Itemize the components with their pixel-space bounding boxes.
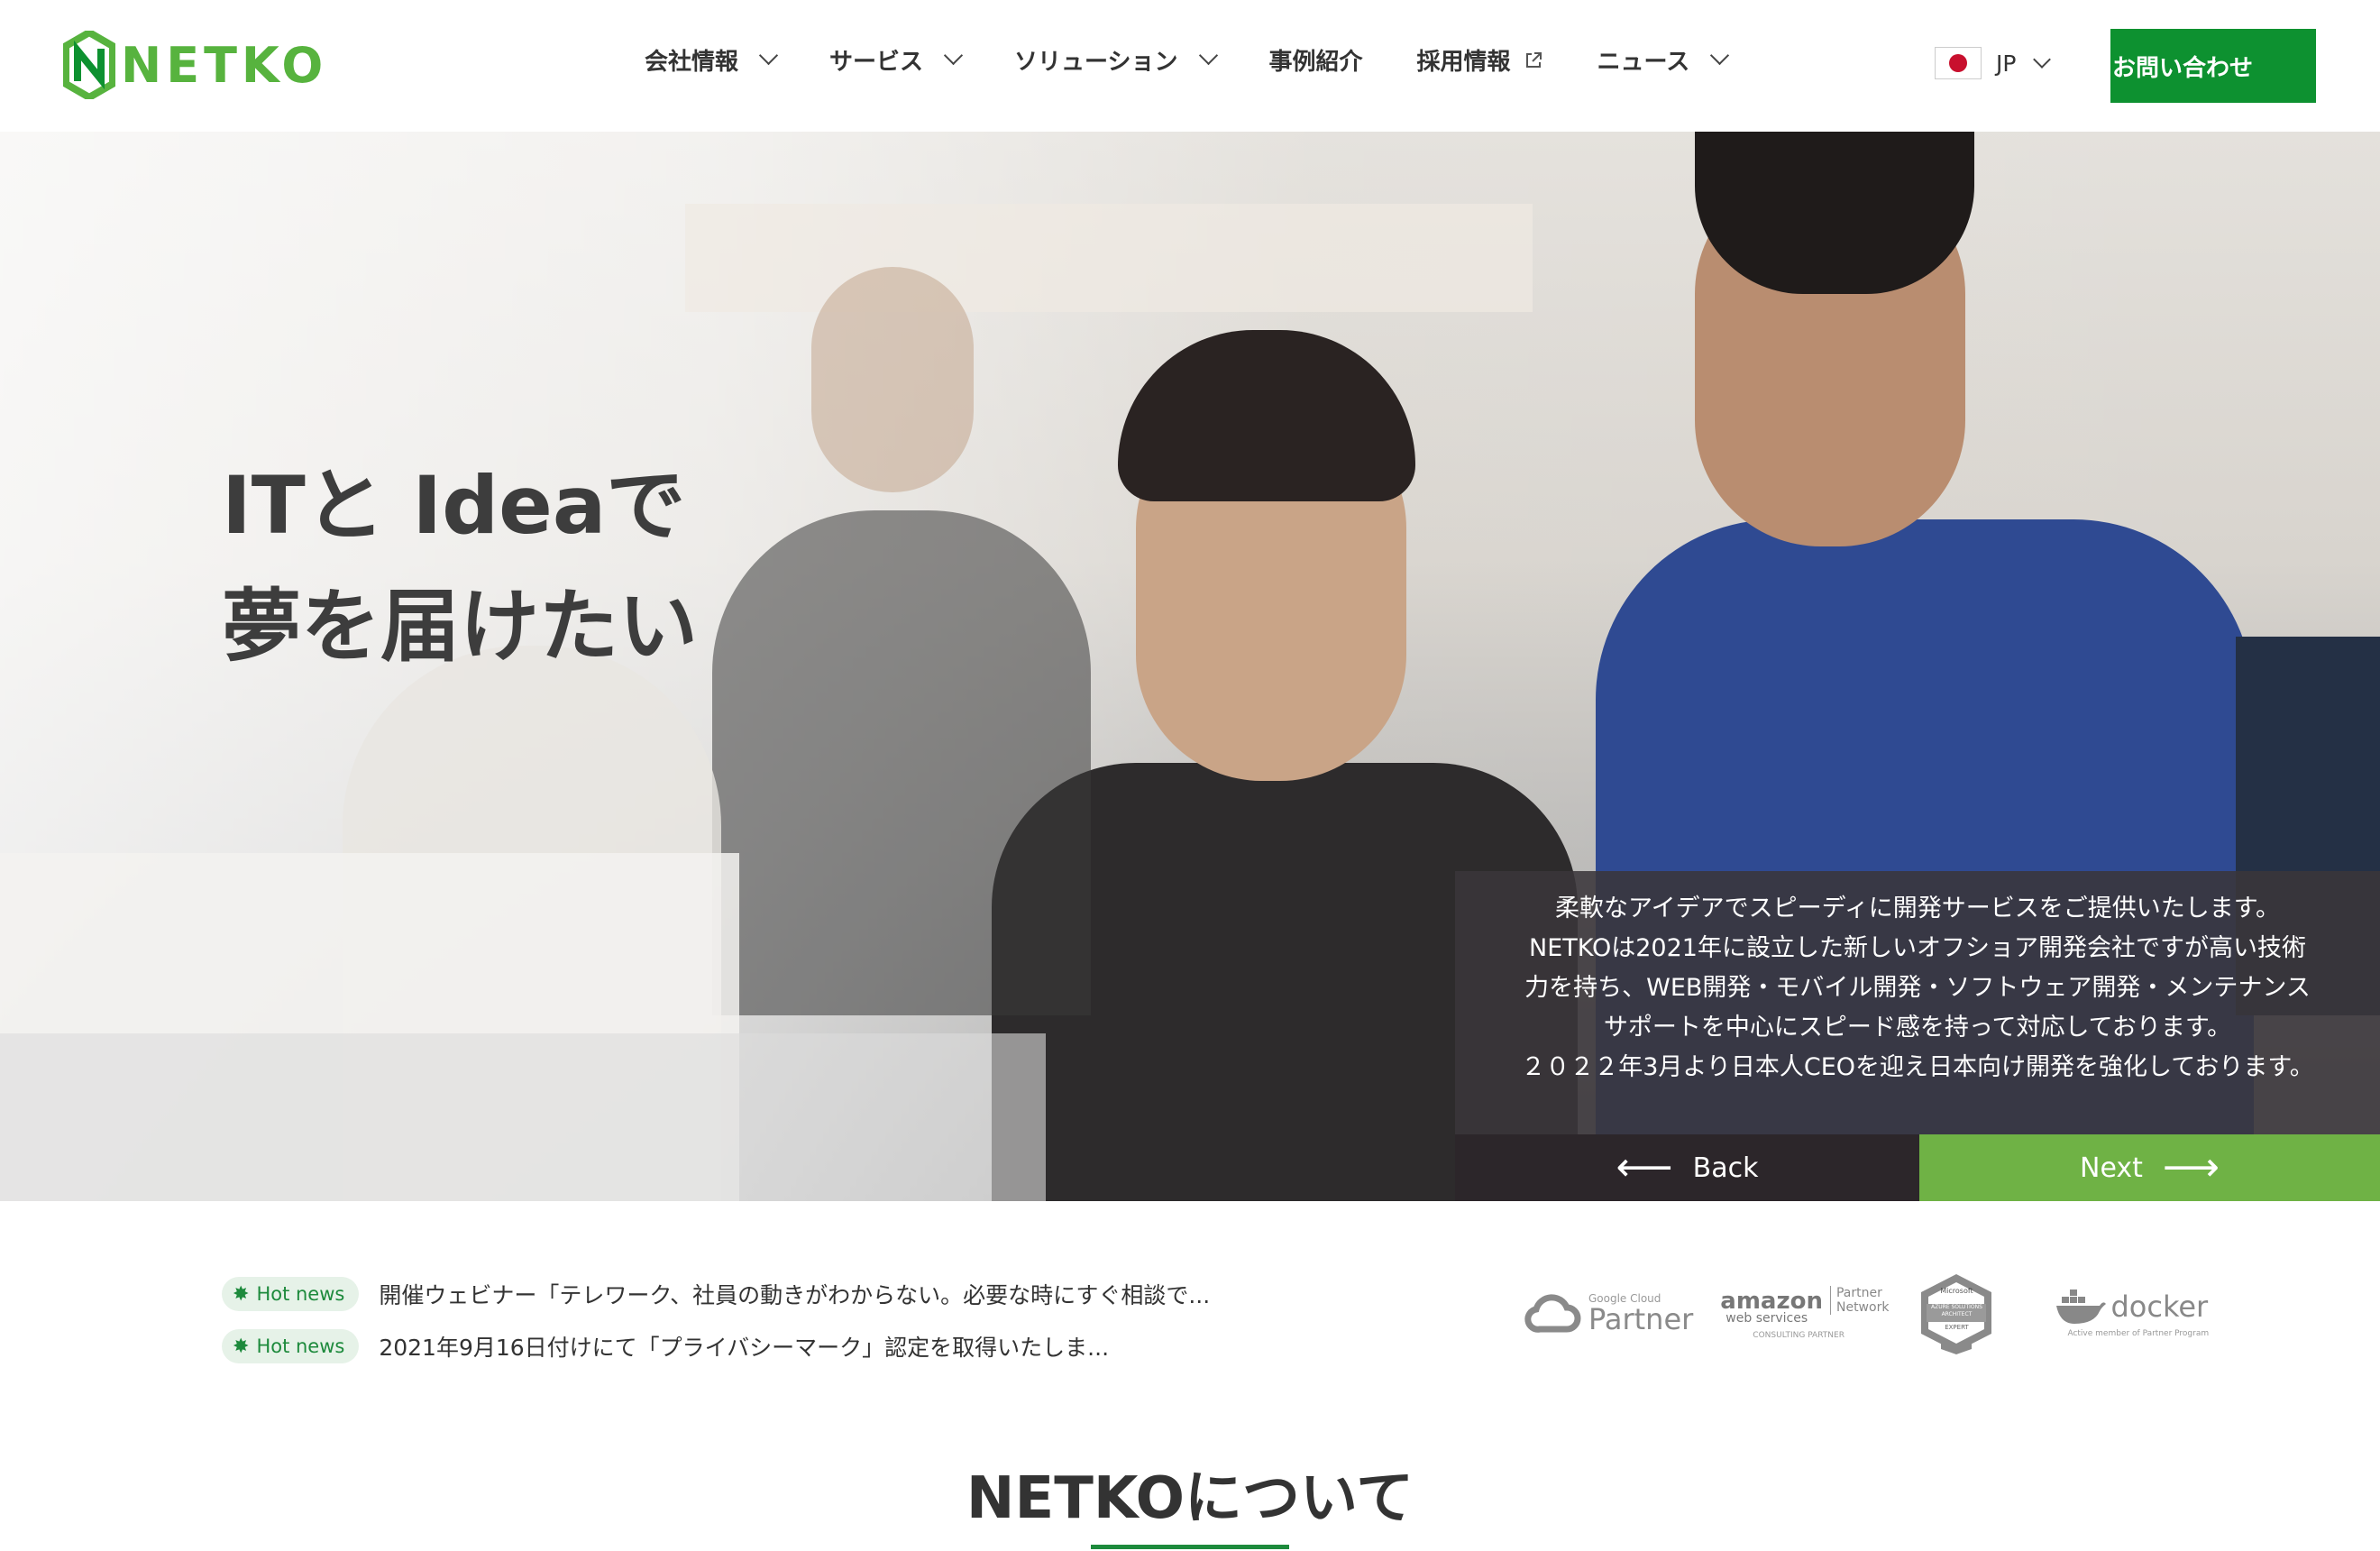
- site-header: NETKO 会社情報 サービス ソリューション 事例紹介 採用情報 ニュース J…: [0, 0, 2380, 132]
- aws-partner-logo: amazon Partner Network web services CONS…: [1720, 1286, 1889, 1340]
- partner-text: Partner: [1588, 1302, 1694, 1336]
- hero-info-box: 柔軟なアイデアでスピーディに開発サービスをご提供いたします。 NETKOは202…: [1455, 871, 2380, 1134]
- slider-back-button[interactable]: ⟵ Back: [1455, 1134, 1919, 1201]
- nav-news-label: ニュース: [1597, 49, 1690, 76]
- japan-flag-icon: [1935, 47, 1982, 79]
- news-item[interactable]: ✸ Hot news 開催ウェビナー「テレワーク、社員の動きがわからない。必要な…: [222, 1268, 1210, 1320]
- about-section-title: NETKOについて: [966, 1465, 1414, 1532]
- hero-info-line: サポートを中心にスピード感を持って対応しております。: [1603, 1014, 2232, 1042]
- chevron-down-icon: [758, 45, 779, 66]
- hero-title: ITと Ideaで 夢を届けたい: [222, 445, 698, 687]
- chevron-down-icon: [2033, 50, 2052, 69]
- nav-recruit-label: 採用情報: [1416, 49, 1511, 76]
- docker-whale-icon: [2056, 1289, 2107, 1324]
- news-item[interactable]: ✸ Hot news 2021年9月16日付けにて「プライバシーマーク」認定を取…: [222, 1320, 1210, 1372]
- nav-recruit[interactable]: 採用情報: [1417, 43, 1543, 77]
- microsoft-azure-badge: Microsoft AZURE SOLUTIONS ARCHITECT EXPE…: [1918, 1271, 1995, 1354]
- hero-info-line: 柔軟なアイデアでスピーディに開発サービスをご提供いたします。: [1554, 895, 2281, 922]
- azure-badge-text: AZURE SOLUTIONS ARCHITECT: [1931, 1303, 1982, 1317]
- language-selector[interactable]: JP: [1935, 47, 2052, 79]
- nav-services-label: サービス: [829, 49, 924, 76]
- external-link-icon: [1525, 51, 1542, 68]
- news-link[interactable]: 2021年9月16日付けにて「プライバシーマーク」認定を取得いたしま...: [379, 1330, 1109, 1363]
- expert-text: EXPERT: [1945, 1323, 1969, 1331]
- hot-news-badge: ✸ Hot news: [222, 1329, 360, 1363]
- burst-icon: ✸: [233, 1282, 250, 1306]
- google-cloud-partner-logo: Google Cloud Partner: [1524, 1288, 1693, 1338]
- slider-next-button[interactable]: Next ⟶: [1919, 1134, 2380, 1201]
- partner-logos: Google Cloud Partner amazon Partner Netw…: [1524, 1271, 2232, 1354]
- netko-logo-icon: [63, 31, 115, 99]
- logo[interactable]: NETKO: [63, 31, 327, 99]
- hot-news-badge: ✸ Hot news: [222, 1277, 360, 1311]
- nav-cases-label: 事例紹介: [1268, 49, 1363, 76]
- next-label: Next: [2080, 1152, 2143, 1184]
- chevron-down-icon: [943, 45, 964, 66]
- cloud-icon: [1524, 1294, 1581, 1333]
- chevron-down-icon: [1198, 45, 1218, 66]
- nav-solutions-label: ソリューション: [1014, 49, 1178, 76]
- nav-news[interactable]: ニュース: [1597, 43, 1730, 77]
- back-label: Back: [1692, 1152, 1759, 1184]
- microsoft-text: Microsoft: [1940, 1286, 1973, 1295]
- aws-network-text: Network: [1835, 1300, 1890, 1315]
- badge-label: Hot news: [256, 1335, 345, 1357]
- docker-text: docker: [2110, 1289, 2209, 1324]
- badge-label: Hot news: [256, 1283, 345, 1305]
- arrow-left-icon: ⟵: [1616, 1144, 1673, 1190]
- chevron-down-icon: [1710, 45, 1730, 66]
- hero-info-line: ２０２２年3月より日本人CEOを迎え日本向け開発を強化しております。: [1521, 1053, 2314, 1081]
- main-nav: 会社情報 サービス ソリューション 事例紹介 採用情報 ニュース: [645, 43, 1780, 77]
- hero-info-line: 力を持ち、WEB開発・モバイル開発・ソフトウェア開発・メンテナンス: [1524, 974, 2311, 1002]
- nav-services[interactable]: サービス: [829, 43, 964, 77]
- language-label: JP: [1996, 50, 2017, 77]
- arrow-right-icon: ⟶: [2162, 1144, 2220, 1190]
- contact-button[interactable]: お問い合わせ: [2110, 29, 2316, 103]
- nav-solutions[interactable]: ソリューション: [1014, 43, 1218, 77]
- nav-cases[interactable]: 事例紹介: [1269, 43, 1363, 77]
- nav-company[interactable]: 会社情報: [645, 43, 779, 77]
- aws-partner-text: Partner: [1835, 1286, 1882, 1300]
- nav-company-label: 会社情報: [645, 49, 739, 76]
- hero-title-line2: 夢を届けたい: [222, 580, 699, 673]
- title-underline: [1091, 1545, 1289, 1549]
- hero-title-line1: ITと Ideaで: [222, 459, 686, 552]
- news-link[interactable]: 開催ウェビナー「テレワーク、社員の動きがわからない。必要な時にすぐ相談で...: [379, 1278, 1210, 1310]
- docker-partner-text: Active member of Partner Program: [2067, 1329, 2210, 1338]
- docker-partner-logo: docker Active member of Partner Program: [2055, 1288, 2209, 1338]
- consulting-partner-text: CONSULTING PARTNER: [1753, 1331, 1844, 1340]
- hot-news-list: ✸ Hot news 開催ウェビナー「テレワーク、社員の動きがわからない。必要な…: [222, 1268, 1210, 1372]
- burst-icon: ✸: [233, 1335, 250, 1358]
- logo-text: NETKO: [121, 36, 328, 94]
- hero-info-line: NETKOは2021年に設立した新しいオフショア開発会社ですが高い技術: [1529, 934, 2306, 962]
